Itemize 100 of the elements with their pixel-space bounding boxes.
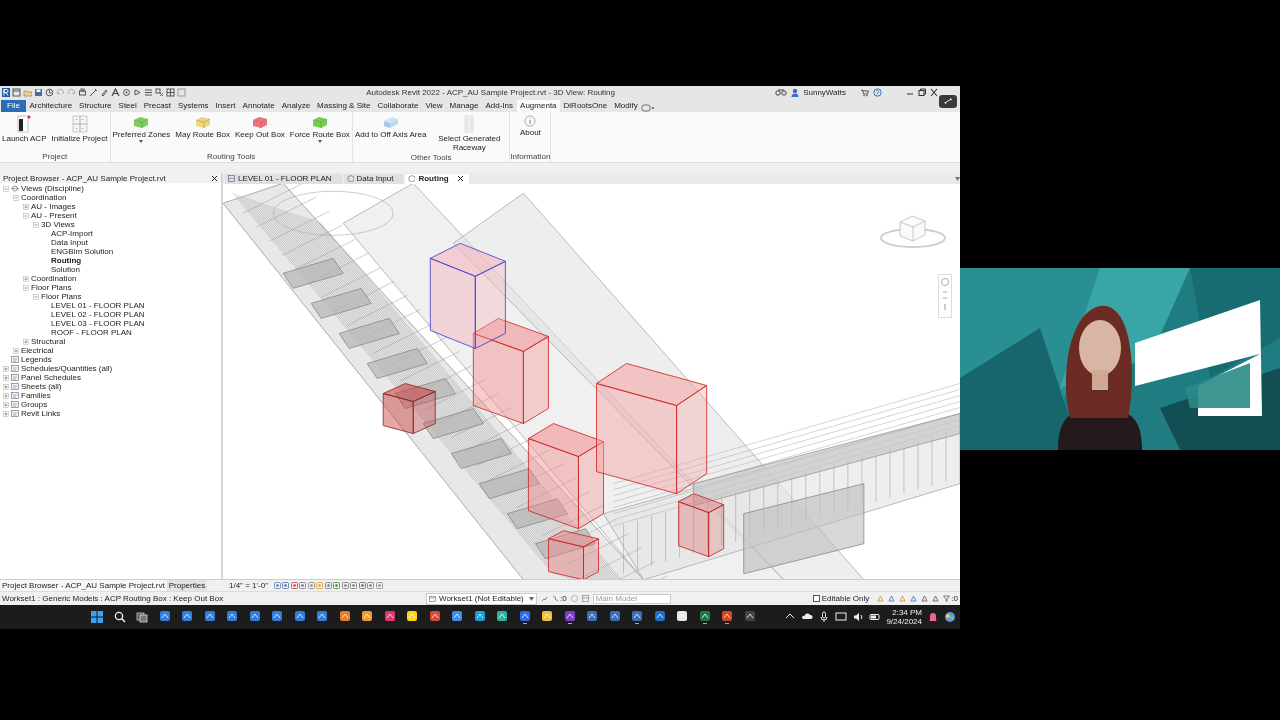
app-icon[interactable] [158, 609, 171, 622]
tree-item[interactable]: Routing [51, 256, 82, 265]
copilot-icon[interactable] [944, 611, 956, 623]
expand-toggle[interactable] [23, 338, 29, 345]
ribbon-button[interactable]: About [517, 114, 543, 138]
expand-toggle[interactable] [33, 221, 39, 228]
app-icon[interactable] [361, 609, 373, 622]
view-3d-icon[interactable] [122, 88, 131, 97]
tree-item[interactable]: Schedules/Quantities (all) [21, 364, 113, 373]
expand-toggle[interactable] [23, 212, 29, 219]
tree-item[interactable]: Legends [21, 355, 52, 364]
ribbon-tab[interactable]: Architecture [25, 100, 76, 112]
tree-item[interactable]: Solution [51, 265, 80, 274]
expand-toggle[interactable] [23, 275, 29, 282]
help-icon[interactable] [873, 88, 882, 97]
view-control-icon[interactable] [333, 582, 340, 589]
app-icon[interactable] [518, 609, 531, 622]
pencil-icon[interactable] [100, 88, 109, 97]
expand-toggle[interactable] [23, 284, 29, 291]
app-icon[interactable] [473, 609, 486, 622]
ribbon-tab[interactable]: Steel [115, 100, 141, 112]
user-name[interactable]: SunnyWatts [803, 88, 846, 97]
ribbon-tab[interactable]: DiRootsOne [560, 100, 611, 112]
tree-item[interactable]: Groups [21, 400, 48, 409]
sync-icon[interactable] [45, 88, 54, 97]
ribbon-tab[interactable]: Structure [75, 100, 116, 112]
expand-toggle[interactable] [3, 365, 9, 372]
expand-toggle[interactable] [33, 293, 39, 300]
panel-tab[interactable]: Project Browser - ACP_AU Sample Project.rvt [0, 580, 167, 591]
ribbon-tab[interactable]: Augmenta [516, 100, 561, 112]
view-control-icon[interactable] [341, 582, 349, 589]
tree-item[interactable]: LEVEL 01 - FLOOR PLAN [51, 301, 145, 310]
app-icon[interactable] [338, 609, 351, 622]
text-tool-icon[interactable] [111, 88, 120, 97]
tree-item[interactable]: Families [21, 391, 51, 400]
tree-item[interactable]: Floor Plans [31, 283, 72, 292]
expand-toggle[interactable] [3, 185, 9, 192]
binoculars-icon[interactable] [775, 88, 788, 97]
app-icon[interactable] [743, 609, 756, 622]
app-icon[interactable] [226, 609, 238, 622]
expand-toggle[interactable] [13, 347, 19, 354]
app-icon[interactable] [406, 609, 418, 622]
screen-share-icon[interactable] [939, 95, 957, 108]
close-hidden-icon[interactable] [155, 88, 164, 97]
ribbon-tab[interactable]: Analyze [278, 100, 314, 112]
tree-item[interactable]: Electrical [21, 346, 54, 355]
app-icon[interactable] [608, 609, 621, 622]
panel-toggle-icon[interactable] [641, 104, 656, 112]
filter-icon[interactable] [943, 595, 951, 602]
tree-item[interactable]: Revit Links [21, 409, 61, 418]
app-icon[interactable] [271, 609, 283, 622]
app-icon[interactable] [496, 609, 508, 622]
ribbon-button[interactable]: Keep Out Box [233, 114, 287, 140]
ribbon-button[interactable]: Preferred Zones [110, 114, 173, 144]
app-icon[interactable] [631, 609, 643, 622]
view-control-icon[interactable] [290, 582, 298, 589]
speaker-icon[interactable] [852, 611, 865, 623]
app-logo-icon[interactable] [2, 88, 10, 97]
tree-item[interactable]: Panel Schedules [21, 373, 82, 382]
ribbon-tab[interactable]: Collaborate [373, 100, 422, 112]
app-icon[interactable] [203, 609, 216, 622]
panel-tab[interactable]: Properties [166, 580, 208, 591]
app-icon[interactable] [653, 609, 666, 622]
tree-item[interactable]: Views (Discipline) [21, 184, 84, 193]
expand-toggle[interactable] [23, 203, 29, 210]
task-view-icon[interactable] [136, 611, 148, 623]
ribbon-tab[interactable]: View [421, 100, 447, 112]
tree-item[interactable]: AU - Images [31, 202, 76, 211]
app-icon[interactable] [698, 609, 711, 622]
battery-icon[interactable] [869, 611, 882, 623]
view-control-icon[interactable] [358, 582, 366, 589]
microphone-icon[interactable] [818, 611, 831, 623]
document-tab[interactable]: Routing [405, 173, 469, 184]
ribbon-button[interactable]: Initialize Project [49, 114, 110, 144]
monitor-icon[interactable] [835, 611, 848, 623]
document-tab[interactable]: Data Input [343, 173, 404, 184]
app-icon[interactable] [316, 609, 328, 622]
view-control-icon[interactable] [350, 582, 357, 589]
restore-icon[interactable] [918, 88, 926, 97]
app-icon[interactable] [383, 609, 396, 622]
switch-windows-icon[interactable] [166, 88, 175, 97]
tree-item[interactable]: Data Input [51, 238, 88, 247]
save-icon[interactable] [34, 88, 43, 97]
model-dropdown[interactable]: Main Model [592, 593, 671, 604]
ribbon-button[interactable]: Launch ACP [0, 114, 49, 144]
tree-item[interactable]: ACP-Import [51, 229, 93, 238]
app-icon[interactable] [248, 609, 261, 622]
ribbon-tab[interactable]: Manage [446, 100, 482, 112]
start-icon[interactable] [91, 611, 103, 623]
expand-toggle[interactable] [3, 392, 9, 399]
view-control-icon[interactable] [324, 582, 332, 589]
view-scale[interactable]: 1/4" = 1'-0" [229, 581, 268, 590]
app-icon[interactable] [676, 609, 688, 622]
clock[interactable]: 2:34 PM 9/24/2024 [886, 608, 922, 626]
window-icon[interactable] [12, 88, 21, 97]
user-icon[interactable] [791, 88, 800, 97]
app-icon[interactable] [451, 609, 463, 622]
app-icon[interactable] [586, 609, 598, 622]
tree-item[interactable]: Coordination [21, 193, 67, 202]
view-control-icon[interactable] [273, 582, 281, 589]
